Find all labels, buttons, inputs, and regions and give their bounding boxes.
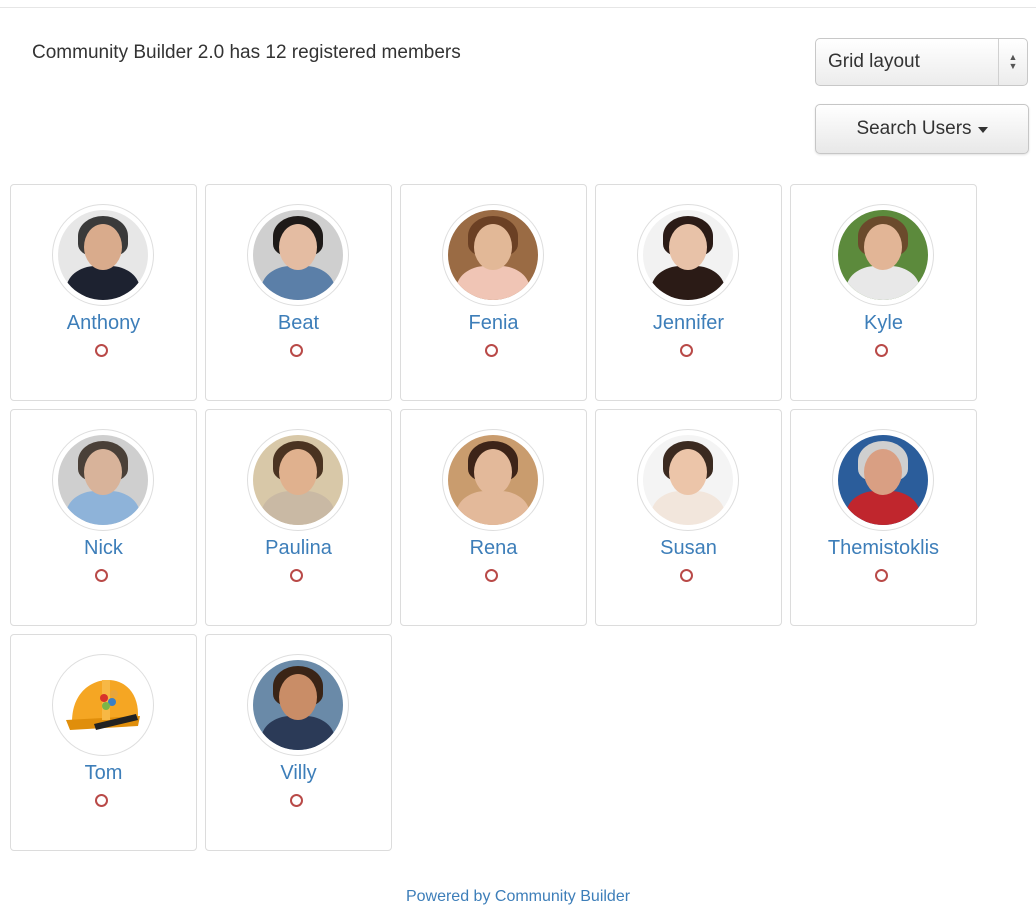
top-divider xyxy=(0,7,1036,8)
member-name-link[interactable]: Fenia xyxy=(401,312,586,335)
member-name-link[interactable]: Tom xyxy=(11,762,196,785)
member-card[interactable]: Jennifer xyxy=(595,184,782,401)
member-card[interactable]: Tom xyxy=(10,634,197,851)
member-avatar[interactable] xyxy=(832,204,934,306)
select-arrows-icon: ▲ ▼ xyxy=(998,39,1027,85)
member-avatar[interactable] xyxy=(637,429,739,531)
offline-status-icon xyxy=(875,569,888,582)
member-name-link[interactable]: Paulina xyxy=(206,537,391,560)
member-name-link[interactable]: Nick xyxy=(11,537,196,560)
offline-status-icon xyxy=(680,569,693,582)
member-avatar[interactable] xyxy=(247,654,349,756)
avatar-photo xyxy=(643,210,733,300)
member-name-link[interactable]: Susan xyxy=(596,537,781,560)
member-avatar[interactable] xyxy=(832,429,934,531)
avatar-photo xyxy=(253,210,343,300)
member-name-link[interactable]: Themistoklis xyxy=(791,537,976,560)
member-count-summary: Community Builder 2.0 has 12 registered … xyxy=(32,42,461,63)
member-card[interactable]: Anthony xyxy=(10,184,197,401)
member-name-link[interactable]: Beat xyxy=(206,312,391,335)
avatar-photo xyxy=(838,210,928,300)
avatar-photo xyxy=(58,435,148,525)
member-name-link[interactable]: Rena xyxy=(401,537,586,560)
offline-status-icon xyxy=(95,344,108,357)
offline-status-icon xyxy=(95,794,108,807)
member-card[interactable]: Beat xyxy=(205,184,392,401)
member-card[interactable]: Rena xyxy=(400,409,587,626)
caret-down-icon xyxy=(977,127,988,133)
search-users-button[interactable]: Search Users xyxy=(815,104,1029,154)
member-card[interactable]: Susan xyxy=(595,409,782,626)
hard-hat-icon xyxy=(58,660,148,750)
avatar-photo xyxy=(253,435,343,525)
offline-status-icon xyxy=(875,344,888,357)
member-card[interactable]: Nick xyxy=(10,409,197,626)
member-name-link[interactable]: Jennifer xyxy=(596,312,781,335)
avatar-photo xyxy=(448,210,538,300)
member-card[interactable]: Fenia xyxy=(400,184,587,401)
member-avatar[interactable] xyxy=(52,204,154,306)
avatar-photo xyxy=(253,660,343,750)
member-avatar[interactable] xyxy=(442,429,544,531)
offline-status-icon xyxy=(95,569,108,582)
offline-status-icon xyxy=(680,344,693,357)
offline-status-icon xyxy=(290,794,303,807)
layout-select[interactable]: Grid layout ▲ ▼ xyxy=(815,38,1028,86)
offline-status-icon xyxy=(485,344,498,357)
member-card[interactable]: Themistoklis xyxy=(790,409,977,626)
avatar-photo xyxy=(58,210,148,300)
avatar-photo xyxy=(448,435,538,525)
avatar-photo xyxy=(643,435,733,525)
member-avatar[interactable] xyxy=(52,654,154,756)
member-avatar[interactable] xyxy=(247,204,349,306)
member-name-link[interactable]: Villy xyxy=(206,762,391,785)
offline-status-icon xyxy=(290,344,303,357)
member-avatar[interactable] xyxy=(52,429,154,531)
layout-select-value: Grid layout xyxy=(828,51,920,72)
member-card[interactable]: Paulina xyxy=(205,409,392,626)
search-users-label: Search Users xyxy=(856,118,972,139)
member-name-link[interactable]: Anthony xyxy=(11,312,196,335)
member-avatar[interactable] xyxy=(637,204,739,306)
offline-status-icon xyxy=(485,569,498,582)
offline-status-icon xyxy=(290,569,303,582)
member-avatar[interactable] xyxy=(442,204,544,306)
avatar-photo xyxy=(838,435,928,525)
member-card[interactable]: Kyle xyxy=(790,184,977,401)
member-card[interactable]: Villy xyxy=(205,634,392,851)
member-name-link[interactable]: Kyle xyxy=(791,312,976,335)
member-avatar[interactable] xyxy=(247,429,349,531)
powered-by-link[interactable]: Powered by Community Builder xyxy=(0,888,1036,906)
